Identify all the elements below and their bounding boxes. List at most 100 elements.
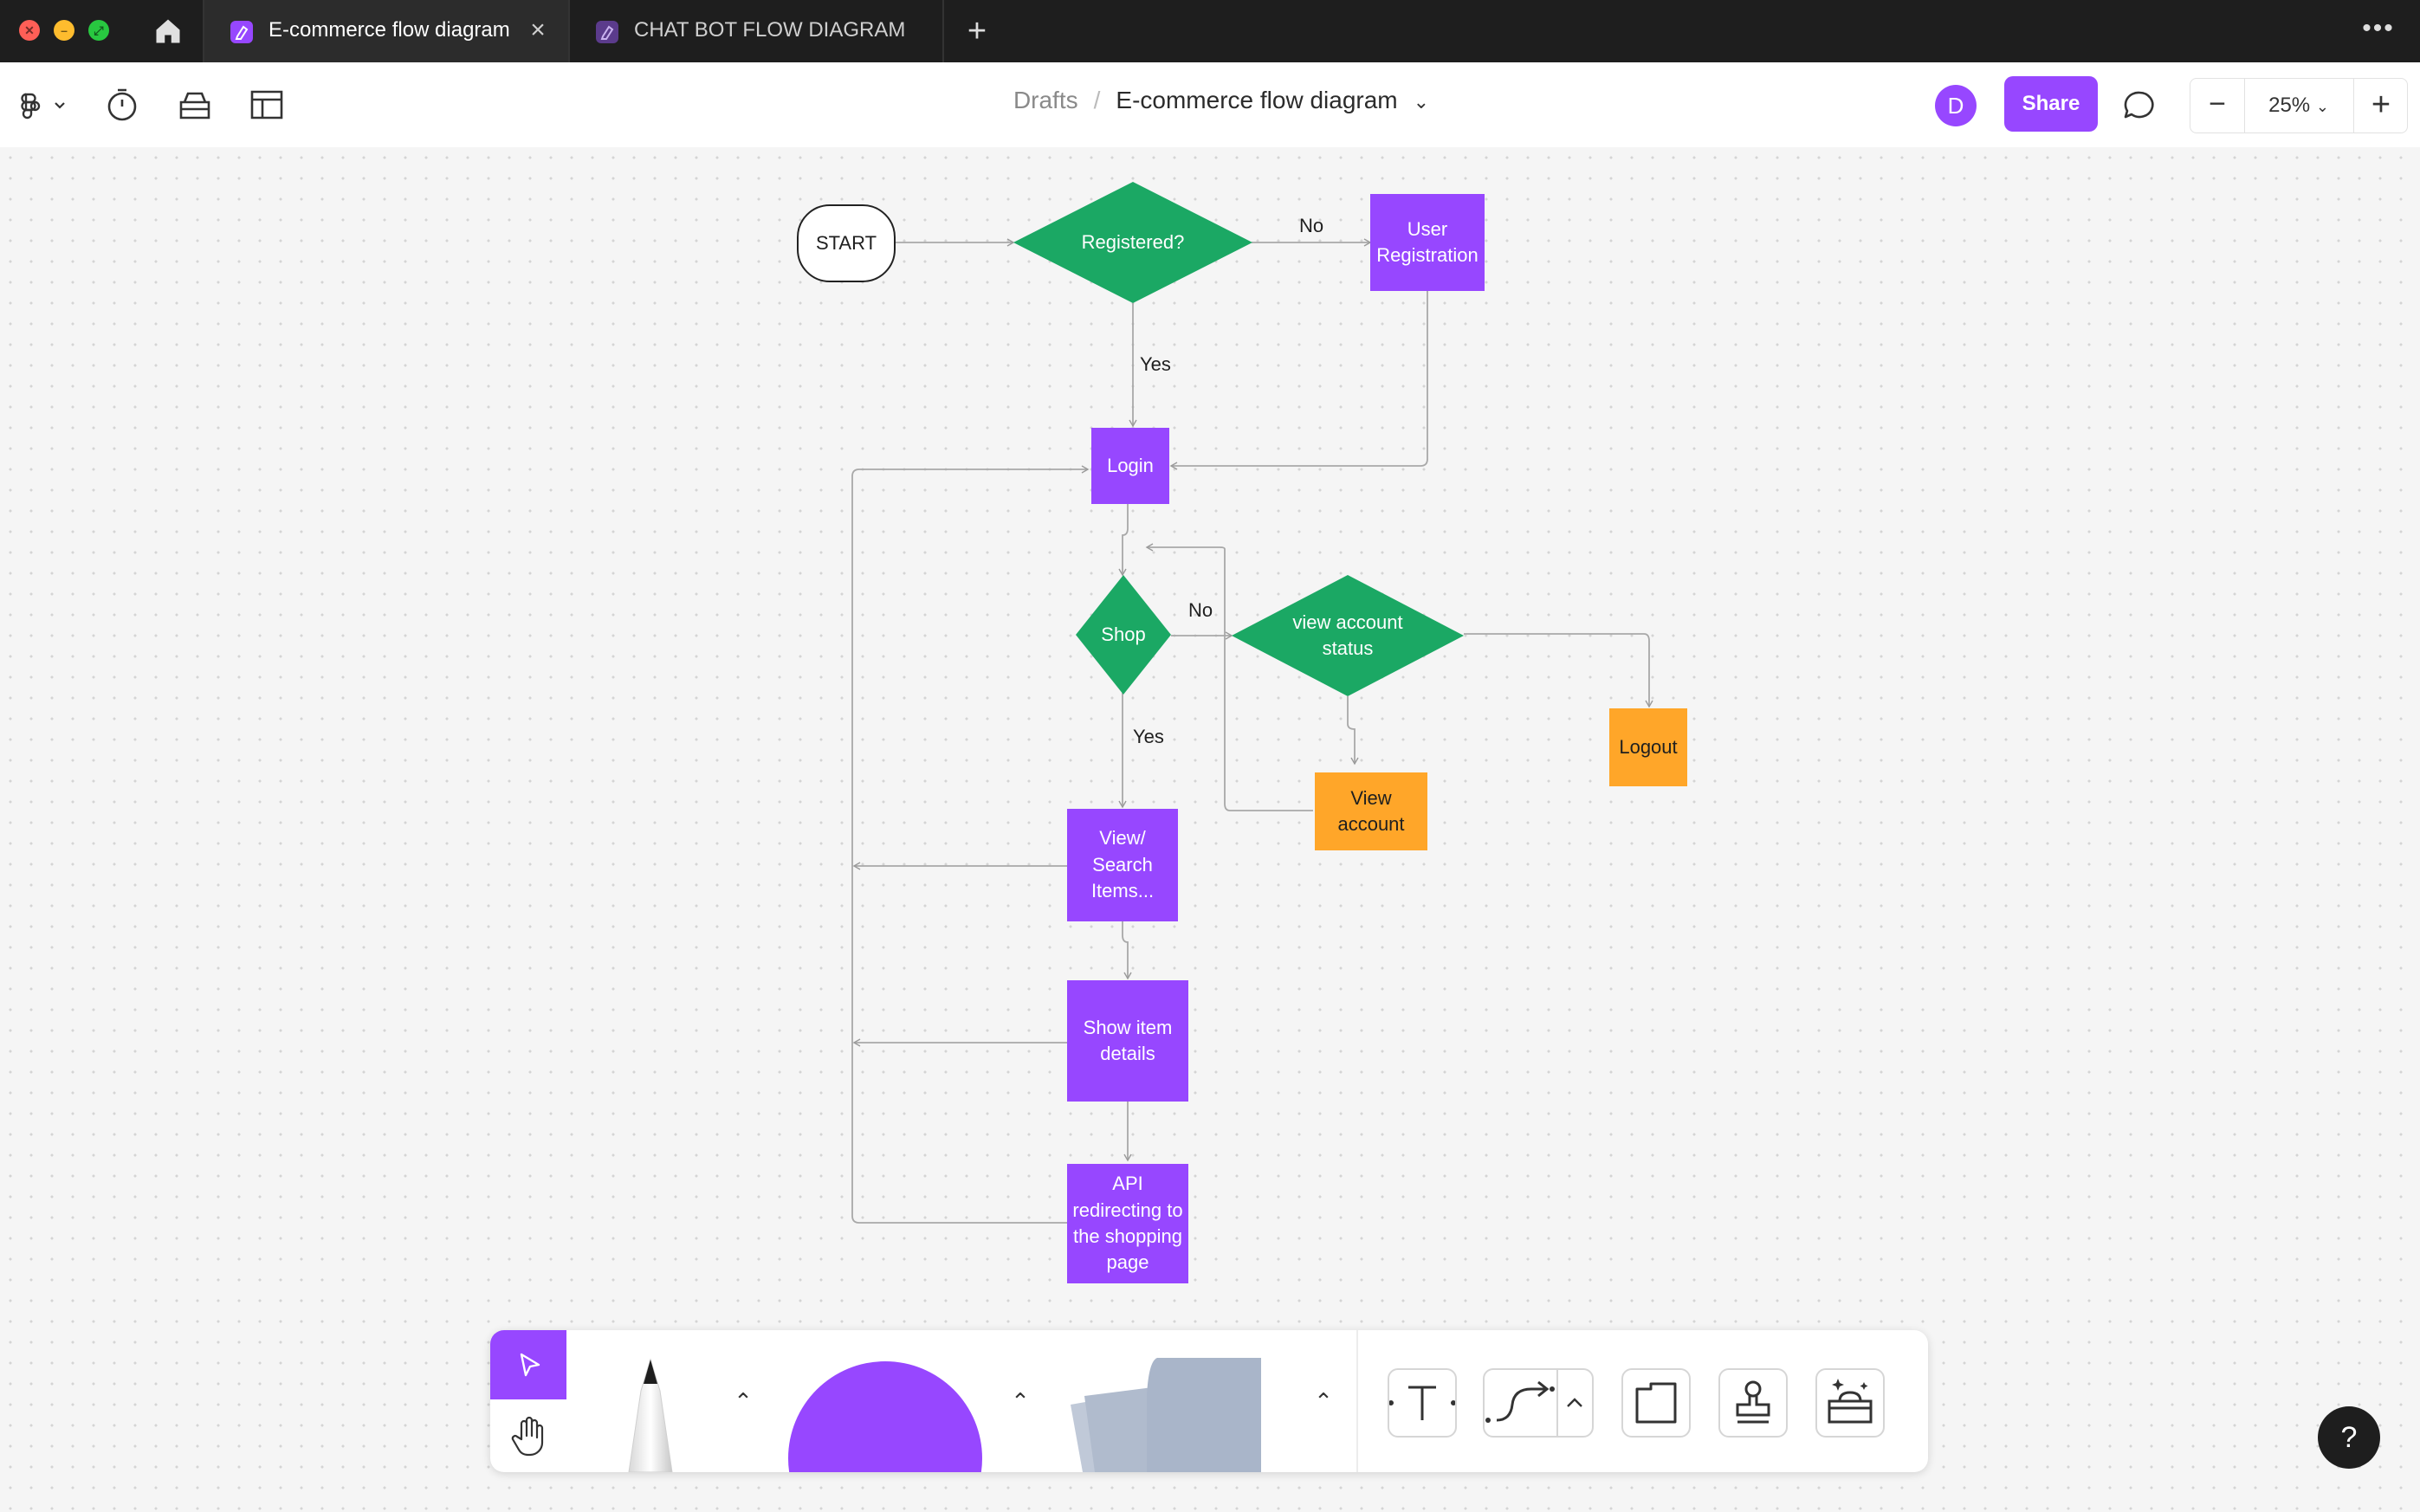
home-button[interactable] xyxy=(152,16,184,47)
widgets-icon xyxy=(179,92,210,120)
breadcrumb: Drafts / E-commerce flow diagram ⌄ xyxy=(953,87,1490,125)
node-label: Shop xyxy=(1101,623,1146,645)
registered-decision[interactable]: Registered? xyxy=(1013,182,1252,303)
shop-decision[interactable]: Shop xyxy=(1076,575,1171,695)
whiteboard-canvas[interactable]: START Registered? No Yes User Registrati… xyxy=(0,147,2420,1512)
logout-node[interactable]: Logout xyxy=(1609,708,1687,786)
plus-icon: + xyxy=(2371,87,2391,123)
connector-api-loop[interactable] xyxy=(851,465,1090,1224)
dock-divider xyxy=(1356,1330,1358,1472)
section-icon xyxy=(1635,1382,1677,1424)
node-label: Registered? xyxy=(1081,230,1185,253)
close-icon: ✕ xyxy=(24,23,35,37)
zoom-level-dropdown[interactable]: 25% ⌄ xyxy=(2245,79,2352,132)
figjam-file-icon xyxy=(230,21,253,43)
connector-status-logout[interactable] xyxy=(1464,633,1653,708)
connector-icon xyxy=(1485,1370,1582,1436)
hand-tool-button[interactable] xyxy=(490,1399,566,1472)
section-tool-button[interactable] xyxy=(1621,1368,1691,1438)
layout-icon xyxy=(250,90,283,120)
fullscreen-icon: ⤢ xyxy=(94,23,104,37)
help-icon: ? xyxy=(2340,1421,2358,1454)
file-toolbar: Drafts / E-commerce flow diagram ⌄ D Share … xyxy=(0,62,2420,147)
edge-label-no: No xyxy=(1299,215,1324,236)
new-tab-button[interactable]: + xyxy=(960,14,994,48)
stamp-icon xyxy=(1736,1380,1770,1424)
login-node[interactable]: Login xyxy=(1091,428,1169,504)
figma-logo-icon xyxy=(21,93,65,120)
tool-dock: ⌃ ⌃ ⌃ xyxy=(490,1330,1928,1472)
main-menu-button[interactable] xyxy=(17,83,71,126)
view-account-status-decision[interactable]: view account status xyxy=(1232,575,1464,696)
breadcrumb-drafts-link[interactable]: Drafts xyxy=(1013,87,1078,113)
pen-options-caret[interactable]: ⌃ xyxy=(728,1386,759,1417)
zoom-level-value: 25% xyxy=(2268,94,2311,117)
window-titlebar: ✕ – ⤢ E-commerce flow diagram × CHAT BOT… xyxy=(0,0,2420,62)
share-button[interactable]: Share xyxy=(2004,76,2098,132)
fullscreen-window-button[interactable]: ⤢ xyxy=(88,20,109,41)
node-label: User Registration xyxy=(1376,217,1479,266)
stamp-tool-button[interactable] xyxy=(1718,1368,1788,1438)
tab-label: E-commerce flow diagram xyxy=(269,18,510,42)
user-registration-node[interactable]: User Registration xyxy=(1370,194,1485,291)
minimize-window-button[interactable]: – xyxy=(54,20,74,41)
connector-login-shop[interactable] xyxy=(1118,504,1129,577)
connector-search-details[interactable] xyxy=(1122,921,1132,980)
edge-label-yes: Yes xyxy=(1140,353,1171,375)
more-tools-button[interactable] xyxy=(1815,1368,1885,1438)
node-label: View account xyxy=(1337,786,1405,835)
connector-status-viewaccount[interactable] xyxy=(1347,696,1359,766)
tab-label: CHAT BOT FLOW DIAGRAM xyxy=(634,18,906,42)
shape-tool-button[interactable] xyxy=(788,1358,982,1472)
zoom-in-button[interactable]: + xyxy=(2353,79,2408,132)
node-label: Login xyxy=(1107,454,1154,476)
chevron-down-icon[interactable]: ⌄ xyxy=(1414,91,1429,113)
more-tools-icon xyxy=(1828,1379,1873,1424)
tab-ecommerce-flow[interactable]: E-commerce flow diagram × xyxy=(204,0,568,62)
api-redirect-node[interactable]: API redirecting to the shopping page xyxy=(1067,1164,1188,1283)
connector-registration-login[interactable] xyxy=(1169,291,1428,470)
plus-icon: + xyxy=(967,13,987,49)
close-window-button[interactable]: ✕ xyxy=(19,20,40,41)
cursor-icon xyxy=(520,1353,540,1377)
sticky-note-icon xyxy=(1071,1358,1265,1472)
connector-layer xyxy=(851,238,1653,1224)
pen-icon xyxy=(628,1358,673,1472)
window-menu-button[interactable]: ••• xyxy=(2356,14,2401,48)
node-label: Show item details xyxy=(1083,1016,1173,1064)
sticky-note-options-caret[interactable]: ⌃ xyxy=(1308,1386,1339,1417)
zoom-controls: − 25% ⌄ + xyxy=(2190,78,2408,133)
timer-button[interactable] xyxy=(100,83,144,126)
file-title[interactable]: E-commerce flow diagram xyxy=(1116,87,1397,113)
widgets-button[interactable] xyxy=(173,83,217,126)
shape-options-caret[interactable]: ⌃ xyxy=(1005,1386,1036,1417)
view-search-items-node[interactable]: View/ Search Items... xyxy=(1067,809,1178,921)
node-label: view account status xyxy=(1292,611,1403,659)
node-label: Logout xyxy=(1619,735,1678,758)
edge-label-no: No xyxy=(1188,599,1213,621)
node-label: START xyxy=(815,231,877,254)
templates-button[interactable] xyxy=(245,83,288,126)
zoom-out-button[interactable]: − xyxy=(2190,79,2245,132)
hand-icon xyxy=(511,1416,544,1457)
tab-chatbot-flow[interactable]: CHAT BOT FLOW DIAGRAM xyxy=(570,0,942,62)
text-icon xyxy=(1388,1386,1456,1420)
sticky-note-tool-button[interactable] xyxy=(1053,1358,1265,1472)
select-tool-button[interactable] xyxy=(490,1330,566,1399)
chevron-down-icon: ⌄ xyxy=(2315,98,2329,115)
minimize-icon: – xyxy=(61,23,68,37)
pen-tool-button[interactable] xyxy=(611,1356,689,1472)
comment-icon xyxy=(2124,91,2154,119)
show-item-details-node[interactable]: Show item details xyxy=(1067,980,1188,1102)
comments-button[interactable] xyxy=(2120,87,2158,125)
text-tool-button[interactable] xyxy=(1388,1368,1457,1438)
start-node[interactable]: START xyxy=(797,204,896,282)
avatar[interactable]: D xyxy=(1935,85,1977,126)
help-button[interactable]: ? xyxy=(2318,1406,2380,1469)
connector-tool-button[interactable] xyxy=(1483,1368,1594,1438)
view-account-node[interactable]: View account xyxy=(1315,772,1427,850)
node-label: API redirecting to the shopping page xyxy=(1072,1173,1183,1274)
edge-label-yes: Yes xyxy=(1133,726,1164,747)
close-tab-button[interactable]: × xyxy=(525,17,551,43)
node-label: View/ Search Items... xyxy=(1090,827,1155,902)
